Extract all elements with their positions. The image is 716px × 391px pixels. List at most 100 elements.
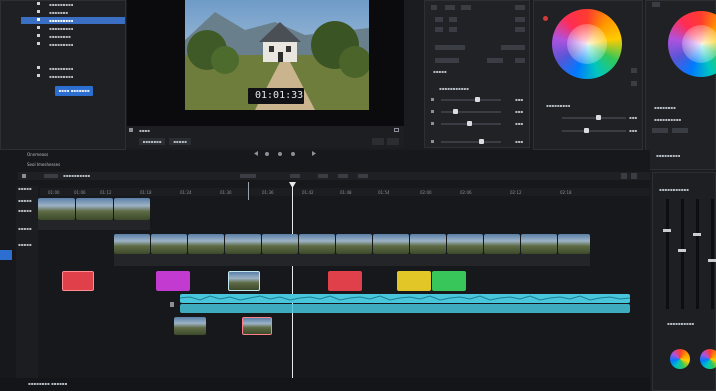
toolbar-button[interactable] [338, 174, 348, 178]
list-item[interactable]: ▪▪▪▪▪▪▪▪▪ [21, 73, 125, 80]
video-clip-thumbnail[interactable] [336, 234, 372, 254]
toggle-button[interactable] [435, 27, 443, 32]
track-label[interactable]: ▪▪▪▪▪ [18, 208, 32, 213]
chevron-right-icon[interactable] [37, 34, 40, 37]
list-item[interactable]: ▪▪▪▪▪▪▪▪▪ [21, 1, 125, 8]
video-clip-thumbnail[interactable] [521, 234, 557, 254]
video-clip-thumbnail[interactable] [447, 234, 483, 254]
stop-icon[interactable] [265, 152, 269, 156]
toggle-button[interactable] [515, 27, 525, 32]
keyframe-icon[interactable] [431, 140, 434, 143]
timeline-ruler[interactable]: 01:00 01:06 01:12 01:18 01:24 01:30 01:3… [40, 188, 650, 196]
audio-icon[interactable] [170, 302, 174, 307]
video-clip-thumbnail[interactable] [76, 198, 113, 220]
toggle-button[interactable] [435, 17, 443, 22]
viewer-mode-button-b[interactable]: ▪▪▪▪▪ [169, 138, 191, 145]
loop-icon[interactable] [291, 152, 295, 156]
list-item[interactable]: ▪▪▪▪▪▪▪▪▪ [21, 65, 125, 72]
pan-knob[interactable] [700, 349, 716, 369]
chevron-right-icon[interactable] [37, 18, 40, 21]
color-slider-handle[interactable] [584, 128, 589, 133]
list-item[interactable]: ▪▪▪▪▪▪▪▪▪ [21, 41, 125, 48]
toolbar-button[interactable] [318, 174, 328, 178]
color-wheel-b[interactable] [668, 11, 716, 77]
timeline-tab[interactable]: Onnmeoss [27, 152, 48, 157]
chevron-right-icon[interactable] [37, 74, 40, 77]
param-slider-handle[interactable] [467, 121, 472, 126]
chevron-right-icon[interactable] [37, 66, 40, 69]
video-clip-thumbnail[interactable] [410, 234, 446, 254]
keyframe-icon[interactable] [431, 122, 434, 125]
toggle-button[interactable] [515, 58, 525, 63]
effect-clip-magenta[interactable] [156, 271, 190, 291]
toggle-button[interactable] [445, 5, 455, 10]
wheel-mode-button[interactable] [631, 68, 637, 73]
video-clip-thumbnail[interactable] [114, 198, 150, 220]
chevron-right-icon[interactable] [37, 2, 40, 5]
video-clip-thumbnail[interactable] [228, 271, 260, 291]
effects-button[interactable] [652, 128, 668, 133]
video-clip-thumbnail[interactable] [225, 234, 261, 254]
toolbar-button[interactable] [290, 174, 300, 178]
video-clip-thumbnail[interactable] [484, 234, 520, 254]
wheel-mode-button[interactable] [631, 81, 637, 86]
effect-clip-green[interactable] [432, 271, 466, 291]
video-clip-thumbnail[interactable] [188, 234, 224, 254]
toggle-button[interactable] [435, 45, 465, 50]
video-clip-thumbnail[interactable] [299, 234, 335, 254]
track-label[interactable]: ▪▪▪▪▪ [18, 242, 32, 247]
audio-fader-knob[interactable] [678, 249, 686, 252]
chevron-right-icon[interactable] [312, 151, 316, 156]
param-slider[interactable] [441, 111, 501, 113]
track-label[interactable]: ▪▪▪▪▪ [18, 186, 32, 191]
audio-fader-track[interactable] [681, 199, 684, 309]
toggle-button[interactable] [449, 27, 457, 32]
list-item[interactable]: ▪▪▪▪▪▪▪▪ [21, 33, 125, 40]
param-slider-handle[interactable] [475, 97, 480, 102]
video-clip-thumbnail[interactable] [151, 234, 187, 254]
video-clip-thumbnail[interactable] [38, 198, 75, 220]
color-wheel-a[interactable] [552, 9, 622, 79]
param-slider[interactable] [441, 141, 501, 143]
scopes-button[interactable] [387, 138, 399, 145]
toggle-button[interactable] [515, 5, 525, 10]
toggle-button[interactable] [431, 5, 437, 10]
list-item[interactable]: ▪▪▪▪▪▪▪ [21, 9, 125, 16]
chevron-right-icon[interactable] [37, 10, 40, 13]
panel-tab-button[interactable] [652, 2, 660, 7]
audio-clip[interactable] [180, 294, 630, 303]
play-icon[interactable] [278, 152, 282, 156]
audio-fader-track[interactable] [711, 199, 714, 309]
audio-fader-knob[interactable] [708, 259, 716, 262]
toggle-button[interactable] [515, 17, 525, 22]
video-clip-thumbnail[interactable] [373, 234, 409, 254]
toolbar-button[interactable] [358, 174, 368, 178]
audio-clip[interactable] [180, 304, 630, 313]
video-clip-thumbnail[interactable] [242, 317, 272, 335]
grid-icon[interactable] [129, 128, 133, 132]
effect-clip-red[interactable] [62, 271, 94, 291]
color-slider[interactable] [562, 117, 626, 119]
toolbar-button[interactable] [44, 174, 58, 178]
zoom-button[interactable] [631, 173, 637, 179]
toggle-button[interactable] [461, 5, 471, 10]
pan-knob[interactable] [670, 349, 690, 369]
effects-button[interactable] [672, 128, 688, 133]
toolbar-button[interactable] [240, 174, 256, 178]
zoom-button[interactable] [621, 173, 627, 179]
keyframe-icon[interactable] [431, 110, 434, 113]
audio-fader-knob[interactable] [693, 233, 701, 236]
chevron-right-icon[interactable] [37, 26, 40, 29]
chevron-right-icon[interactable] [37, 42, 40, 45]
grid-icon[interactable] [22, 174, 26, 178]
toggle-button[interactable] [501, 45, 525, 50]
record-icon[interactable] [543, 16, 548, 21]
track-label[interactable]: ▪▪▪▪▪ [18, 226, 32, 231]
toggle-button[interactable] [449, 17, 457, 22]
video-clip-thumbnail[interactable] [174, 317, 206, 335]
toggle-button[interactable] [487, 58, 503, 63]
color-slider[interactable] [562, 130, 626, 132]
param-slider[interactable] [441, 99, 501, 101]
chevron-left-icon[interactable] [254, 151, 258, 156]
in-point-marker[interactable] [248, 182, 249, 200]
